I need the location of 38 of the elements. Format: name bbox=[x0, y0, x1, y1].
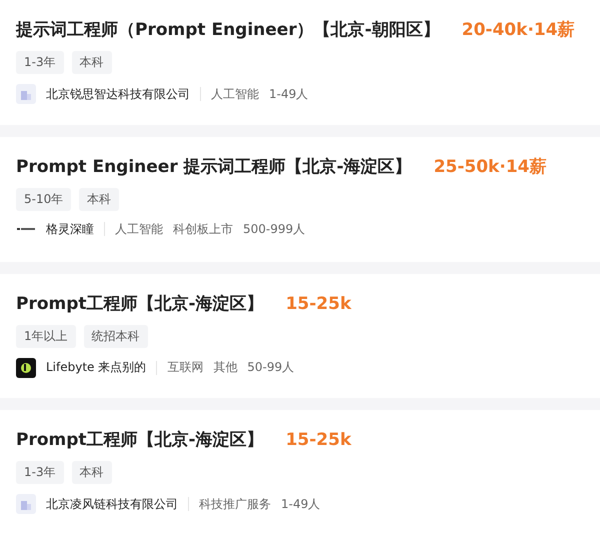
requirement-tag: 1-3年 bbox=[16, 461, 64, 484]
job-title: Prompt Engineer 提示词工程师【北京-海淀区】 bbox=[16, 156, 412, 178]
job-title: 提示词工程师（Prompt Engineer）【北京-朝阳区】 bbox=[16, 19, 440, 41]
company-detail: 科创板上市 bbox=[173, 220, 233, 238]
salary: 15-25k bbox=[286, 430, 352, 450]
company-detail: 1-49人 bbox=[281, 496, 320, 513]
job-card[interactable]: Prompt Engineer 提示词工程师【北京-海淀区】 25-50k·14薪 5-10年 本科 格灵深瞳 人工智能 科创板上市 500-999人 bbox=[0, 136, 600, 262]
company-detail: 科技推广服务 bbox=[199, 496, 271, 513]
company-detail: 互联网 bbox=[167, 359, 204, 376]
company-detail: 500-999人 bbox=[243, 220, 306, 238]
logo-icon bbox=[17, 228, 35, 230]
company-name[interactable]: Lifebyte 来点别的 bbox=[46, 359, 146, 376]
salary: 20-40k·14薪 bbox=[462, 19, 575, 41]
building-icon bbox=[16, 494, 36, 514]
requirement-tag: 本科 bbox=[79, 188, 120, 211]
job-card[interactable]: 提示词工程师（Prompt Engineer）【北京-朝阳区】 20-40k·14薪 1-3年 本科 北京锐思智达科技有限公司 人工智能 1-49人 bbox=[0, 0, 600, 125]
requirement-tag: 本科 bbox=[72, 461, 112, 484]
company-name[interactable]: 北京锐思智达科技有限公司 bbox=[46, 86, 190, 102]
company-detail: 人工智能 bbox=[115, 220, 163, 238]
requirement-tag: 1-3年 bbox=[16, 51, 64, 74]
logo-icon bbox=[16, 358, 36, 378]
job-card[interactable]: Prompt工程师【北京-海淀区】 15-25k 1年以上 统招本科 Lifebyte 来点别的 互联网 其他 50-99人 bbox=[0, 274, 600, 398]
salary: 15-25k bbox=[286, 294, 352, 314]
company-name[interactable]: 北京凌风链科技有限公司 bbox=[46, 496, 178, 513]
requirement-tag: 5-10年 bbox=[16, 188, 72, 211]
requirement-tag: 1年以上 bbox=[16, 324, 76, 348]
job-title: Prompt工程师【北京-海淀区】 bbox=[16, 429, 264, 452]
building-icon bbox=[16, 84, 36, 104]
requirement-tag: 本科 bbox=[72, 51, 112, 74]
company-name[interactable]: 格灵深瞳 bbox=[46, 220, 94, 238]
job-card[interactable]: Prompt工程师【北京-海淀区】 15-25k 1-3年 本科 北京凌风链科技有限公司 科技推广服务 1-49人 bbox=[0, 410, 600, 535]
job-title: Prompt工程师【北京-海淀区】 bbox=[16, 292, 264, 314]
salary: 25-50k·14薪 bbox=[434, 156, 546, 178]
company-detail: 人工智能 bbox=[211, 86, 259, 102]
company-detail: 1-49人 bbox=[269, 86, 308, 102]
requirement-tag: 统招本科 bbox=[84, 324, 148, 348]
company-detail: 其他 bbox=[213, 359, 238, 376]
company-detail: 50-99人 bbox=[247, 359, 294, 376]
